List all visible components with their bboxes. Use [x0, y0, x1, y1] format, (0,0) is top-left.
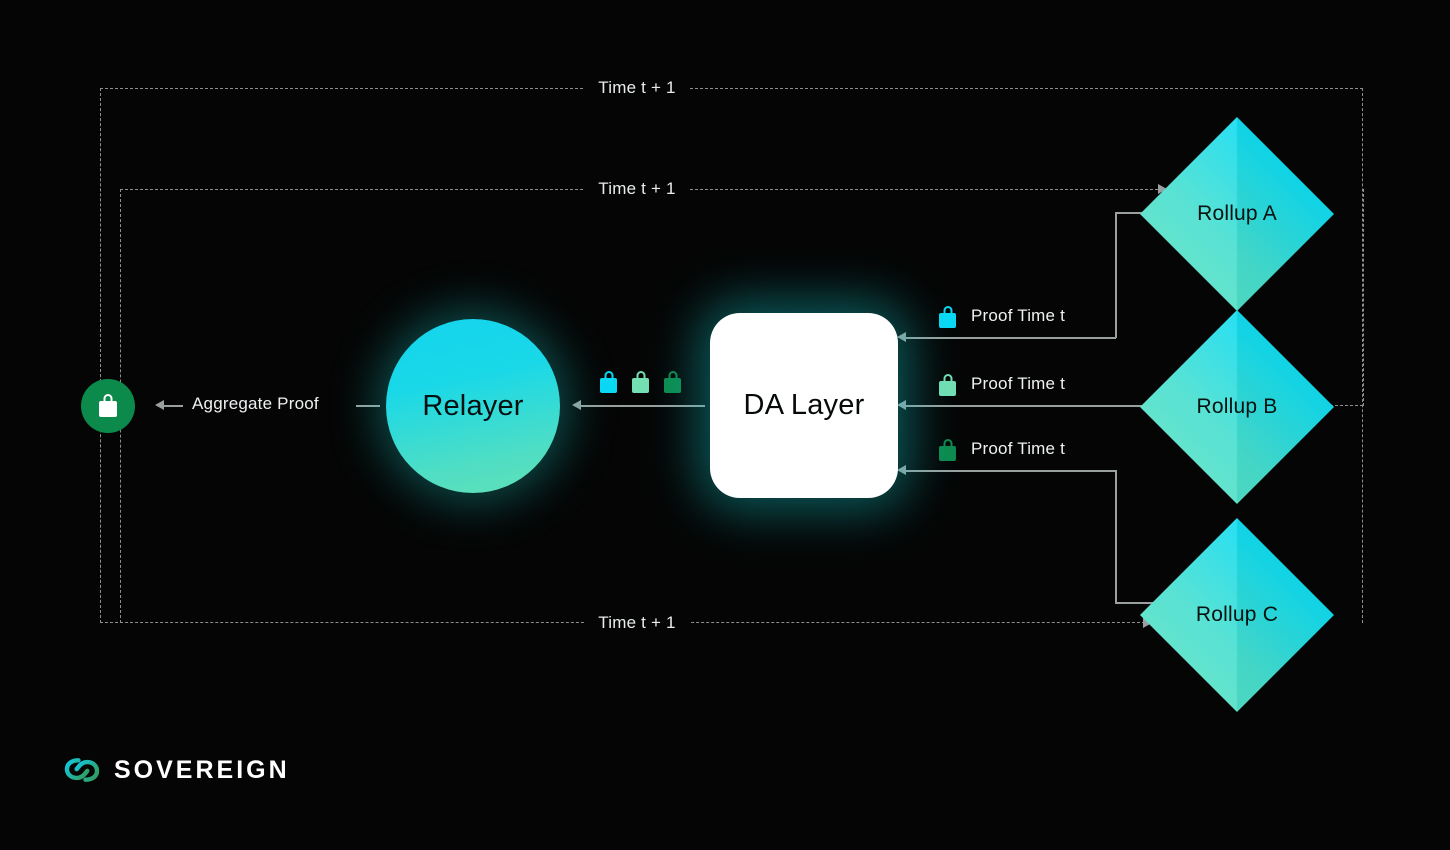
connector-rollup-c-vertical: [1115, 470, 1117, 603]
node-rollup-b[interactable]: Rollup B: [1140, 310, 1334, 504]
sovereign-infinity-logo-icon: [64, 758, 100, 782]
frame-label-bottom: Time t + 1: [584, 613, 690, 633]
arrowhead-proof-c-into-da: [897, 465, 906, 475]
lock-icon: [600, 378, 617, 393]
proof-lock-b: [938, 372, 957, 396]
proof-lock-c: [938, 437, 957, 461]
arrowhead-into-aggregate-lock: [155, 400, 164, 410]
node-rollup-c-label: Rollup C: [1195, 603, 1279, 626]
lock-icon: [664, 378, 681, 393]
lock-icon: [939, 446, 956, 461]
brand-name: SOVEREIGN: [114, 755, 290, 784]
mini-lock-b: [631, 369, 650, 393]
proof-row-rollup-c: Proof Time t: [938, 437, 1065, 461]
lock-icon: [939, 313, 956, 328]
proof-row-rollup-b: Proof Time t: [938, 372, 1065, 396]
proof-label-b: Proof Time t: [971, 374, 1066, 393]
node-rollup-b-label: Rollup B: [1196, 395, 1278, 418]
connector-proof-a-to-da: [905, 337, 1116, 339]
node-rollup-c[interactable]: Rollup C: [1140, 518, 1334, 712]
lock-icon: [632, 378, 649, 393]
connector-relayer-to-aggregate-left: [163, 405, 183, 407]
node-rollup-a-label: Rollup A: [1197, 202, 1277, 225]
arrowhead-proof-b-into-da: [897, 400, 906, 410]
lock-icon: [99, 401, 117, 417]
node-da-layer[interactable]: DA Layer: [710, 313, 898, 498]
proof-row-rollup-a: Proof Time t: [938, 304, 1065, 328]
node-relayer[interactable]: Relayer: [386, 319, 560, 493]
node-rollup-a[interactable]: Rollup A: [1140, 117, 1334, 311]
frame-outer-left-edge: [100, 88, 101, 623]
connector-rollup-a-vertical: [1115, 212, 1117, 338]
mini-lock-group: [599, 369, 682, 393]
frame-label-inner: Time t + 1: [584, 179, 690, 199]
connector-da-to-relayer: [580, 405, 705, 407]
connector-relayer-to-aggregate-right: [356, 405, 380, 407]
arrowhead-da-into-relayer: [572, 400, 581, 410]
connector-proof-c-to-da: [905, 470, 1116, 472]
mini-lock-c: [663, 369, 682, 393]
proof-label-c: Proof Time t: [971, 439, 1066, 458]
arrowhead-proof-a-into-da: [897, 332, 906, 342]
proof-lock-a: [938, 304, 957, 328]
frame-label-outer: Time t + 1: [584, 78, 690, 98]
lock-icon: [939, 381, 956, 396]
mini-lock-a: [599, 369, 618, 393]
aggregate-proof-label: Aggregate Proof: [192, 394, 319, 413]
aggregate-proof-lock-badge: [81, 379, 135, 433]
node-relayer-label: Relayer: [422, 389, 524, 422]
connector-proof-b-to-da: [905, 405, 1155, 407]
proof-label-a: Proof Time t: [971, 306, 1066, 325]
node-da-layer-label: DA Layer: [743, 389, 865, 421]
diagram-canvas: Time t + 1 Time t + 1 Time t + 1 Aggrega…: [0, 0, 1450, 850]
frame-inner-right-edge: [1363, 189, 1364, 406]
brand-lockup: SOVEREIGN: [64, 755, 290, 785]
